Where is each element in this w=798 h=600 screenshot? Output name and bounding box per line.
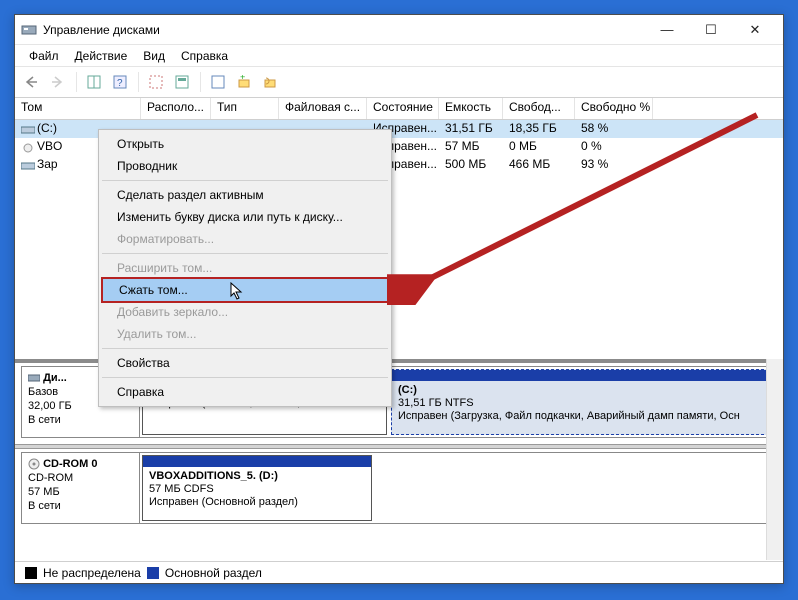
- splitter[interactable]: [15, 444, 783, 449]
- disk-icon: [21, 160, 35, 170]
- window-title: Управление дисками: [43, 23, 645, 37]
- legend-label-primary: Основной раздел: [165, 566, 262, 580]
- col-capacity[interactable]: Емкость: [439, 98, 503, 119]
- close-button[interactable]: ✕: [733, 16, 777, 44]
- context-menu: Открыть Проводник Сделать раздел активны…: [98, 129, 392, 407]
- menu-view[interactable]: Вид: [135, 49, 173, 63]
- legend-swatch-primary: [147, 567, 159, 579]
- toolbar-add-icon[interactable]: +: [233, 71, 255, 93]
- col-free[interactable]: Свобод...: [503, 98, 575, 119]
- ctx-help[interactable]: Справка: [101, 381, 389, 403]
- partition-c[interactable]: (C:) 31,51 ГБ NTFS Исправен (Загрузка, Ф…: [391, 369, 774, 435]
- ctx-shrink[interactable]: Сжать том...: [101, 277, 389, 303]
- svg-text:+: +: [240, 75, 245, 82]
- nav-back-icon[interactable]: [21, 71, 43, 93]
- ctx-explorer[interactable]: Проводник: [101, 155, 389, 177]
- app-icon: [21, 22, 37, 38]
- svg-text:?: ?: [117, 78, 123, 89]
- legend-swatch-unallocated: [25, 567, 37, 579]
- ctx-extend[interactable]: Расширить том...: [101, 257, 389, 279]
- menu-help[interactable]: Справка: [173, 49, 236, 63]
- col-type[interactable]: Тип: [211, 98, 279, 119]
- ctx-change-letter[interactable]: Изменить букву диска или путь к диску...: [101, 206, 389, 228]
- toolbar-split-icon[interactable]: [83, 71, 105, 93]
- disk-management-window: Управление дисками — ☐ ✕ Файл Действие В…: [14, 14, 784, 584]
- ctx-delete[interactable]: Удалить том...: [101, 323, 389, 345]
- ctx-properties[interactable]: Свойства: [101, 352, 389, 374]
- cursor-icon: [230, 282, 244, 300]
- disk-icon: [21, 124, 35, 134]
- ctx-format[interactable]: Форматировать...: [101, 228, 389, 250]
- col-freepct[interactable]: Свободно %: [575, 98, 653, 119]
- legend-label-unallocated: Не распределена: [43, 566, 141, 580]
- column-headers: Том Располо... Тип Файловая с... Состоян…: [15, 98, 783, 120]
- maximize-button[interactable]: ☐: [689, 16, 733, 44]
- menu-file[interactable]: Файл: [21, 49, 67, 63]
- ctx-mirror[interactable]: Добавить зеркало...: [101, 301, 389, 323]
- toolbar-settings-icon[interactable]: [207, 71, 229, 93]
- ctx-active[interactable]: Сделать раздел активным: [101, 184, 389, 206]
- cd-icon: [21, 142, 35, 152]
- toolbar-rescan-icon[interactable]: [259, 71, 281, 93]
- minimize-button[interactable]: —: [645, 16, 689, 44]
- legend: Не распределена Основной раздел: [15, 561, 783, 583]
- col-volume[interactable]: Том: [15, 98, 141, 119]
- scrollbar[interactable]: [766, 359, 783, 560]
- titlebar: Управление дисками — ☐ ✕: [15, 15, 783, 45]
- disk-info: CD-ROM 0 CD-ROM 57 МБ В сети: [22, 453, 140, 523]
- toolbar: ? +: [15, 67, 783, 98]
- partition[interactable]: VBOXADDITIONS_5. (D:) 57 МБ CDFS Исправе…: [142, 455, 372, 521]
- nav-fwd-icon[interactable]: [47, 71, 69, 93]
- toolbar-props-icon[interactable]: [145, 71, 167, 93]
- toolbar-refresh-icon[interactable]: [171, 71, 193, 93]
- col-status[interactable]: Состояние: [367, 98, 439, 119]
- toolbar-help-icon[interactable]: ?: [109, 71, 131, 93]
- menu-action[interactable]: Действие: [67, 49, 136, 63]
- ctx-open[interactable]: Открыть: [101, 133, 389, 155]
- disk-row: CD-ROM 0 CD-ROM 57 МБ В сети VBOXADDITIO…: [21, 452, 777, 524]
- col-filesystem[interactable]: Файловая с...: [279, 98, 367, 119]
- col-layout[interactable]: Располо...: [141, 98, 211, 119]
- menu-bar: Файл Действие Вид Справка: [15, 45, 783, 67]
